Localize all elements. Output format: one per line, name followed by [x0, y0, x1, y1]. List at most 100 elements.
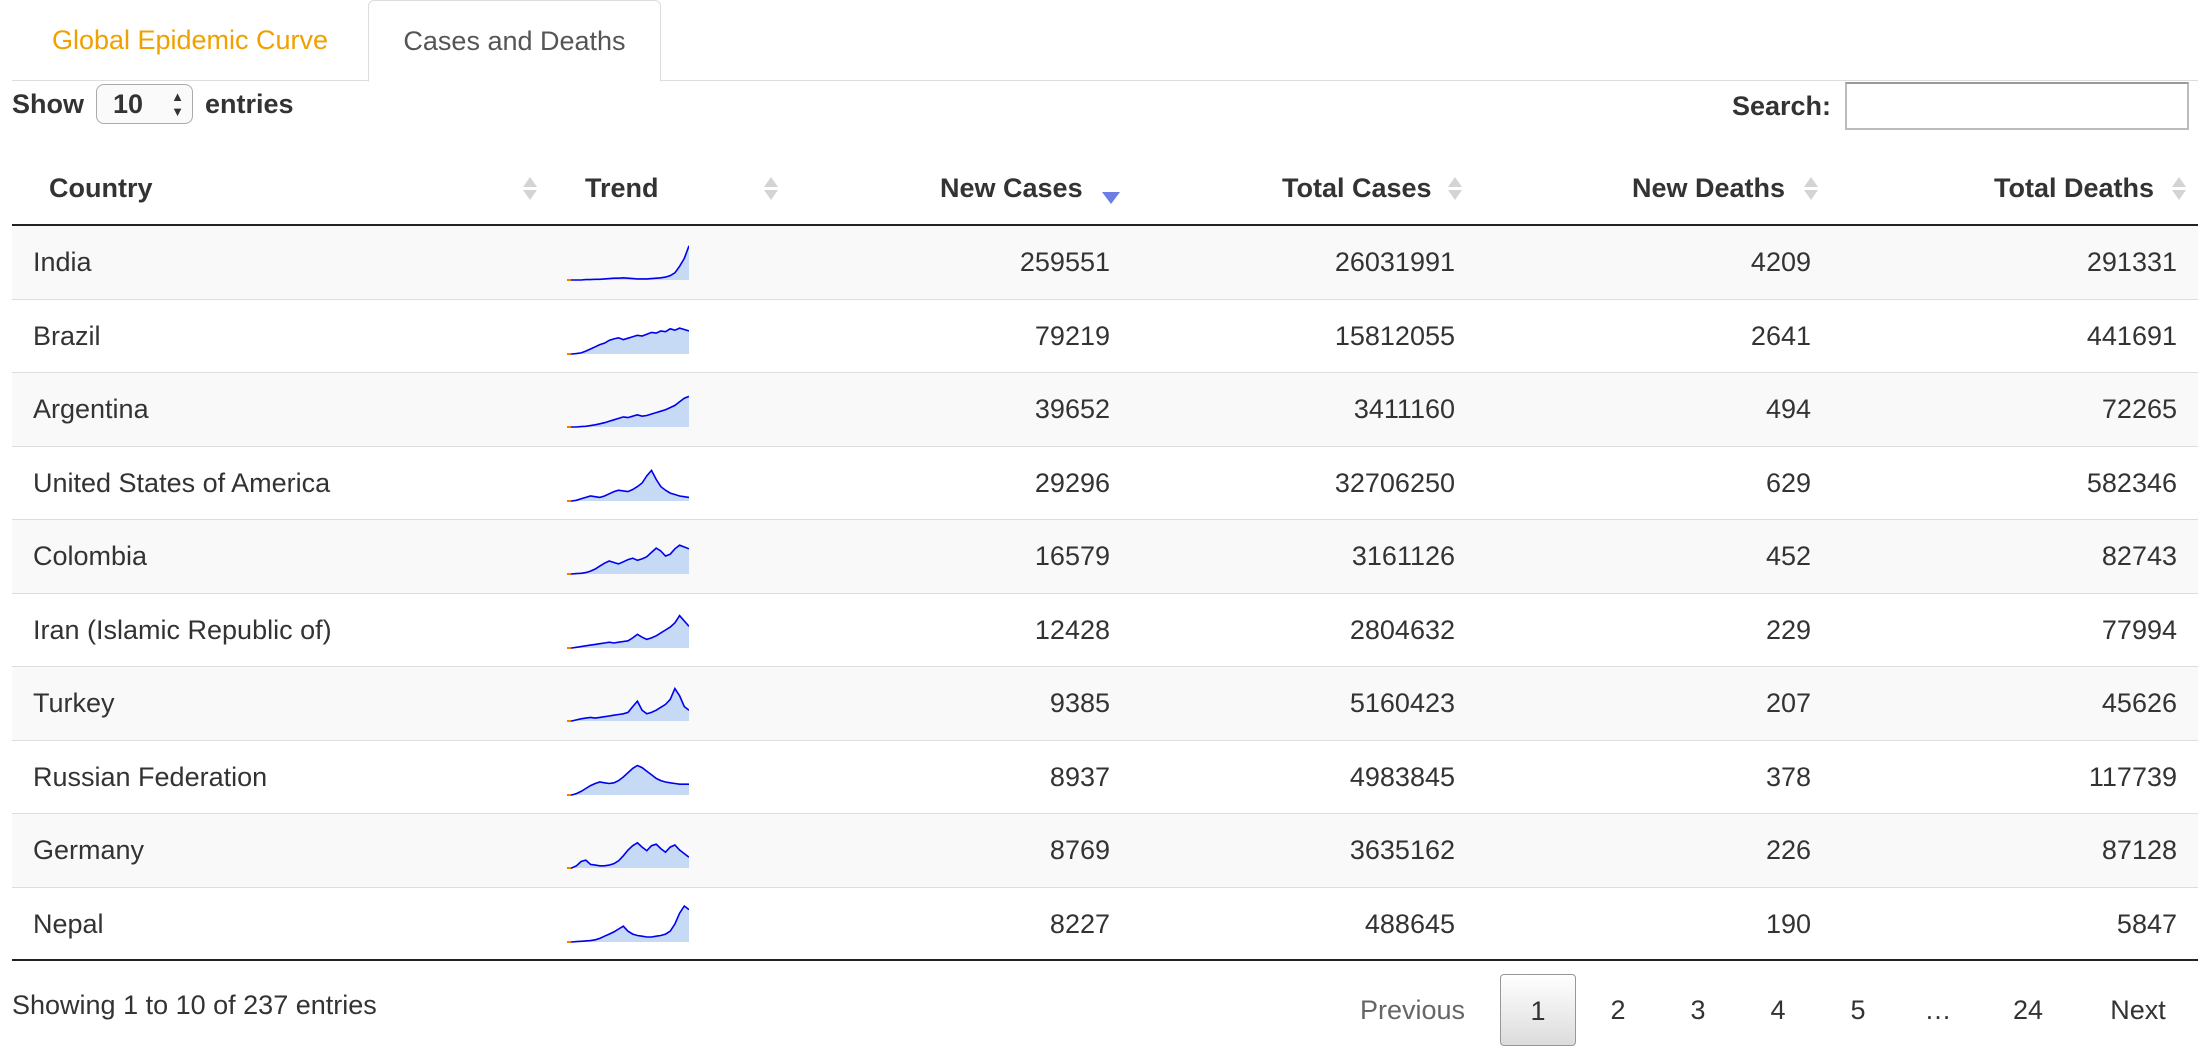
tab-cases-and-deaths[interactable]: Cases and Deaths: [368, 0, 661, 82]
table-row: Argentina 39652 3411160 494 72265: [12, 373, 2198, 447]
sort-icon-total-cases: [1444, 152, 1466, 224]
total-cases-cell: 3411160: [1353, 394, 1455, 424]
entries-select[interactable]: 10 ▲ ▼: [96, 84, 193, 124]
new-deaths-cell: 190: [1765, 908, 1811, 939]
entries-length-control: Show 10 ▲ ▼ entries: [12, 82, 294, 126]
entries-label: entries: [205, 88, 294, 119]
trend-sparkline: [567, 756, 689, 796]
total-deaths-cell: 441691: [2086, 320, 2177, 351]
total-deaths-cell: 117739: [2088, 761, 2177, 792]
header-total-cases[interactable]: Total Cases: [1282, 152, 1432, 224]
trend-sparkline: [567, 388, 690, 428]
new-cases-cell: 79219: [1034, 320, 1110, 351]
total-deaths-cell: 77994: [2101, 614, 2177, 645]
header-new-deaths[interactable]: New Deaths: [1632, 152, 1785, 224]
table-header: Country Trend New Cases Total Cases New …: [12, 152, 2198, 226]
total-deaths-cell: 582346: [2086, 467, 2177, 498]
table-row: Colombia 16579 3161126 452 82743: [12, 520, 2198, 594]
trend-sparkline: [567, 535, 690, 575]
country-cell: Turkey: [33, 688, 115, 718]
total-cases-cell: 15812055: [1334, 320, 1455, 351]
total-deaths-cell: 72265: [2101, 394, 2177, 424]
sort-icon-new-deaths: [1800, 152, 1822, 224]
sort-icon-trend: [760, 152, 782, 224]
new-deaths-cell: 207: [1765, 688, 1811, 718]
header-country[interactable]: Country: [49, 152, 153, 224]
country-cell: United States of America: [33, 467, 331, 498]
table-row: Brazil 79219 15812055 2641 441691: [12, 300, 2198, 373]
total-cases-cell: 32706250: [1334, 467, 1455, 498]
table-row: Turkey 9385 5160423 207 45626: [12, 667, 2198, 741]
table-row: Nepal 8227 488645 190 5847: [12, 888, 2198, 961]
total-deaths-cell: 45626: [2101, 688, 2177, 718]
show-label: Show: [12, 88, 84, 119]
new-cases-cell: 259551: [1019, 247, 1110, 277]
new-cases-cell: 9385: [1049, 688, 1110, 718]
new-deaths-cell: 378: [1765, 761, 1811, 792]
previous-page-button[interactable]: Previous: [1340, 974, 1485, 1046]
total-cases-cell: 3635162: [1349, 835, 1455, 865]
trend-sparkline: [567, 315, 690, 355]
page-button-4[interactable]: 4: [1740, 974, 1816, 1046]
total-cases-cell: 4983845: [1349, 761, 1455, 792]
country-cell: Argentina: [33, 394, 149, 424]
page-button-1[interactable]: 1: [1500, 974, 1576, 1046]
country-cell: Russian Federation: [33, 761, 268, 792]
country-cell: Iran (Islamic Republic of): [33, 614, 332, 645]
sort-desc-icon: [1100, 152, 1122, 234]
country-cell: Nepal: [33, 908, 104, 939]
new-cases-cell: 12428: [1034, 614, 1110, 645]
total-deaths-cell: 82743: [2101, 541, 2177, 571]
country-cell: Brazil: [33, 320, 101, 351]
cases-table: Country Trend New Cases Total Cases New …: [12, 152, 2198, 961]
new-cases-cell: 8769: [1049, 835, 1110, 865]
country-cell: Germany: [33, 835, 145, 865]
new-deaths-cell: 629: [1765, 467, 1811, 498]
table-row: United States of America 29296 32706250 629…: [12, 447, 2198, 520]
page-button-5[interactable]: 5: [1820, 974, 1896, 1046]
new-cases-cell: 8937: [1049, 761, 1110, 792]
pagination: Previous 1 2 3 4 5 … 24 Next: [0, 974, 2209, 1046]
sort-icon-country: [519, 152, 541, 224]
table-body: India 259551 26031991 4209 291331 Brazil 79219…: [12, 226, 2198, 961]
tab-global-epidemic-curve[interactable]: Global Epidemic Curve: [12, 0, 368, 80]
header-total-deaths[interactable]: Total Deaths: [1994, 152, 2154, 224]
total-cases-cell: 3161126: [1351, 541, 1455, 571]
next-page-button[interactable]: Next: [2090, 974, 2186, 1046]
trend-sparkline: [567, 682, 690, 722]
new-deaths-cell: 4209: [1750, 247, 1811, 277]
new-cases-cell: 16579: [1034, 541, 1110, 571]
new-deaths-cell: 452: [1765, 541, 1811, 571]
total-cases-cell: 2804632: [1349, 614, 1455, 645]
total-cases-cell: 26031991: [1334, 247, 1455, 277]
pagination-ellipsis: …: [1924, 995, 1952, 1025]
country-cell: Colombia: [33, 541, 148, 571]
search-label: Search:: [1731, 90, 1831, 121]
header-new-cases[interactable]: New Cases: [940, 152, 1083, 224]
trend-sparkline: [567, 609, 690, 649]
total-deaths-cell: 291331: [2086, 247, 2177, 277]
page-button-3[interactable]: 3: [1660, 974, 1736, 1046]
tab-bar: Global Epidemic Curve Cases and Deaths: [12, 0, 2198, 82]
new-cases-cell: 29296: [1034, 467, 1110, 498]
search-control: Search:: [1732, 80, 2189, 132]
new-deaths-cell: 494: [1765, 394, 1811, 424]
header-trend[interactable]: Trend: [585, 152, 659, 224]
table-row: India 259551 26031991 4209 291331: [12, 226, 2198, 300]
new-cases-cell: 39652: [1034, 394, 1110, 424]
trend-sparkline: [567, 462, 690, 502]
trend-sparkline: [567, 241, 690, 281]
new-cases-cell: 8227: [1049, 908, 1110, 939]
page-button-2[interactable]: 2: [1580, 974, 1656, 1046]
new-deaths-cell: 226: [1765, 835, 1811, 865]
page-button-24[interactable]: 24: [1990, 974, 2066, 1046]
entries-select-value: 10: [113, 89, 144, 119]
new-deaths-cell: 229: [1765, 614, 1811, 645]
trend-sparkline: [567, 903, 690, 943]
search-input[interactable]: [1845, 82, 2189, 130]
table-row: Germany 8769 3635162 226 87128: [12, 814, 2198, 888]
total-cases-cell: 488645: [1364, 908, 1455, 939]
sort-icon-total-deaths: [2168, 152, 2190, 224]
table-row: Iran (Islamic Republic of) 12428 2804632 22…: [12, 594, 2198, 667]
trend-sparkline: [567, 829, 690, 869]
